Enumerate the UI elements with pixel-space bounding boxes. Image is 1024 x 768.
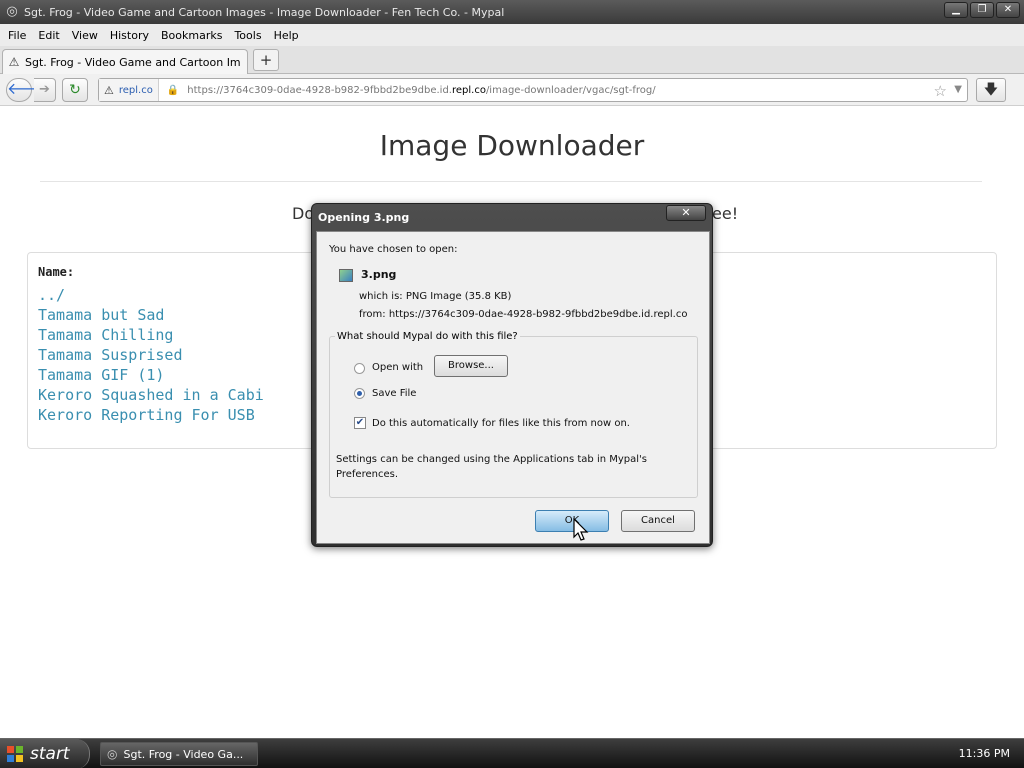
action-question: What should Mypal do with this file? xyxy=(335,331,520,342)
file-link[interactable]: Tamama Susprised xyxy=(38,346,183,364)
dialog-file-type: which is: PNG Image (35.8 KB) xyxy=(359,291,512,302)
maximize-button[interactable]: ❐ xyxy=(970,2,994,18)
close-window-button[interactable]: ✕ xyxy=(996,2,1020,18)
open-with-label[interactable]: Open with xyxy=(372,362,423,373)
url-suffix: /image-downloader/vgac/sgt-frog/ xyxy=(485,84,656,96)
minimize-button[interactable]: ▁ xyxy=(944,2,968,18)
menu-bookmarks[interactable]: Bookmarks xyxy=(157,29,226,42)
cancel-button[interactable]: Cancel xyxy=(621,510,695,532)
site-identity[interactable]: ⚠ repl.co xyxy=(99,79,159,101)
mypal-icon: ◎ xyxy=(6,4,18,19)
url-text[interactable]: https://3764c309-0dae-4928-b982-9fbbd2be… xyxy=(187,85,655,96)
dialog-filename: 3.png xyxy=(361,268,397,281)
lock-icon: 🔒 xyxy=(166,84,180,96)
menu-tools[interactable]: Tools xyxy=(230,29,265,42)
menu-bar: File Edit View History Bookmarks Tools H… xyxy=(0,24,1024,46)
page-title: Image Downloader xyxy=(379,129,645,162)
mouse-pointer-icon xyxy=(573,518,589,541)
window-titlebar: ◎ Sgt. Frog - Video Game and Cartoon Ima… xyxy=(0,0,1024,24)
open-file-dialog: Opening 3.png ✕ You have chosen to open:… xyxy=(311,203,713,547)
file-link[interactable]: Tamama GIF (1) xyxy=(38,366,164,384)
dialog-file-source: from: https://3764c309-0dae-4928-b982-9f… xyxy=(359,309,688,320)
system-clock: 11:36 PM xyxy=(958,747,1010,760)
back-button[interactable]: 🡐 xyxy=(6,78,50,102)
save-file-radio[interactable] xyxy=(354,388,365,399)
site-favicon-icon: ⚠ xyxy=(8,55,20,69)
page-divider xyxy=(40,181,982,182)
taskbar-item-label: Sgt. Frog - Video Ga... xyxy=(123,747,244,761)
dialog-body: You have chosen to open: 3.png which is:… xyxy=(316,231,710,544)
menu-edit[interactable]: Edit xyxy=(34,29,63,42)
tab-sgt-frog[interactable]: ⚠ Sgt. Frog - Video Game and Cartoon Ima… xyxy=(2,49,248,74)
bookmark-star-icon[interactable]: ☆ xyxy=(934,82,947,100)
site-identity-icon: ⚠ xyxy=(104,83,114,97)
settings-note-line1: Settings can be changed using the Applic… xyxy=(336,454,648,465)
navigation-toolbar: 🡐 ➔ ↻ ⚠ repl.co 🔒 https://3764c309-0dae-… xyxy=(0,74,1024,106)
downloads-button[interactable]: 🡇 xyxy=(976,78,1006,102)
new-tab-button[interactable]: + xyxy=(253,49,279,71)
settings-note-line2: Preferences. xyxy=(336,469,398,480)
taskbar: start ◎ Sgt. Frog - Video Ga... 11:36 PM xyxy=(0,738,1024,768)
tab-label: Sgt. Frog - Video Game and Cartoon Image… xyxy=(25,55,241,69)
action-fieldset: What should Mypal do with this file? Ope… xyxy=(329,331,698,498)
browse-button[interactable]: Browse... xyxy=(434,355,508,377)
auto-action-checkbox[interactable]: ✔ xyxy=(354,417,366,429)
url-prefix: https://3764c309-0dae-4928-b982-9fbbd2be… xyxy=(187,84,452,96)
file-link[interactable]: Keroro Squashed in a Cabi xyxy=(38,386,264,404)
menu-help[interactable]: Help xyxy=(270,29,303,42)
window-title: Sgt. Frog - Video Game and Cartoon Image… xyxy=(24,5,505,19)
url-dropdown-icon[interactable]: ▼ xyxy=(954,84,962,95)
dialog-intro: You have chosen to open: xyxy=(329,244,458,255)
menu-view[interactable]: View xyxy=(68,29,102,42)
forward-button[interactable]: ➔ xyxy=(34,78,56,102)
start-button[interactable]: start xyxy=(0,739,90,768)
page-subtitle-end: ee! xyxy=(712,204,739,223)
site-name: repl.co xyxy=(118,84,153,96)
png-file-icon xyxy=(339,269,353,282)
taskbar-item-mypal[interactable]: ◎ Sgt. Frog - Video Ga... xyxy=(100,742,258,766)
tab-strip: ⚠ Sgt. Frog - Video Game and Cartoon Ima… xyxy=(0,46,1024,74)
windows-logo-icon xyxy=(7,746,23,762)
url-host: repl.co xyxy=(451,84,486,96)
dialog-close-button[interactable]: ✕ xyxy=(666,205,706,221)
open-with-radio[interactable] xyxy=(354,363,365,374)
file-link[interactable]: Tamama Chilling xyxy=(38,326,173,344)
window-controls: ▁ ❐ ✕ xyxy=(944,2,1020,18)
dialog-title: Opening 3.png xyxy=(318,211,410,224)
file-link-parent[interactable]: ../ xyxy=(38,286,65,304)
file-link[interactable]: Tamama but Sad xyxy=(38,306,164,324)
mypal-taskbar-icon: ◎ xyxy=(107,747,118,761)
start-label: start xyxy=(30,744,70,764)
menu-history[interactable]: History xyxy=(106,29,153,42)
save-file-label[interactable]: Save File xyxy=(372,388,416,399)
file-link[interactable]: Keroro Reporting For USB xyxy=(38,406,255,424)
menu-file[interactable]: File xyxy=(4,29,30,42)
url-bar[interactable]: ⚠ repl.co 🔒 https://3764c309-0dae-4928-b… xyxy=(98,78,968,102)
auto-action-label[interactable]: Do this automatically for files like thi… xyxy=(372,418,630,429)
reload-button[interactable]: ↻ xyxy=(62,78,88,102)
